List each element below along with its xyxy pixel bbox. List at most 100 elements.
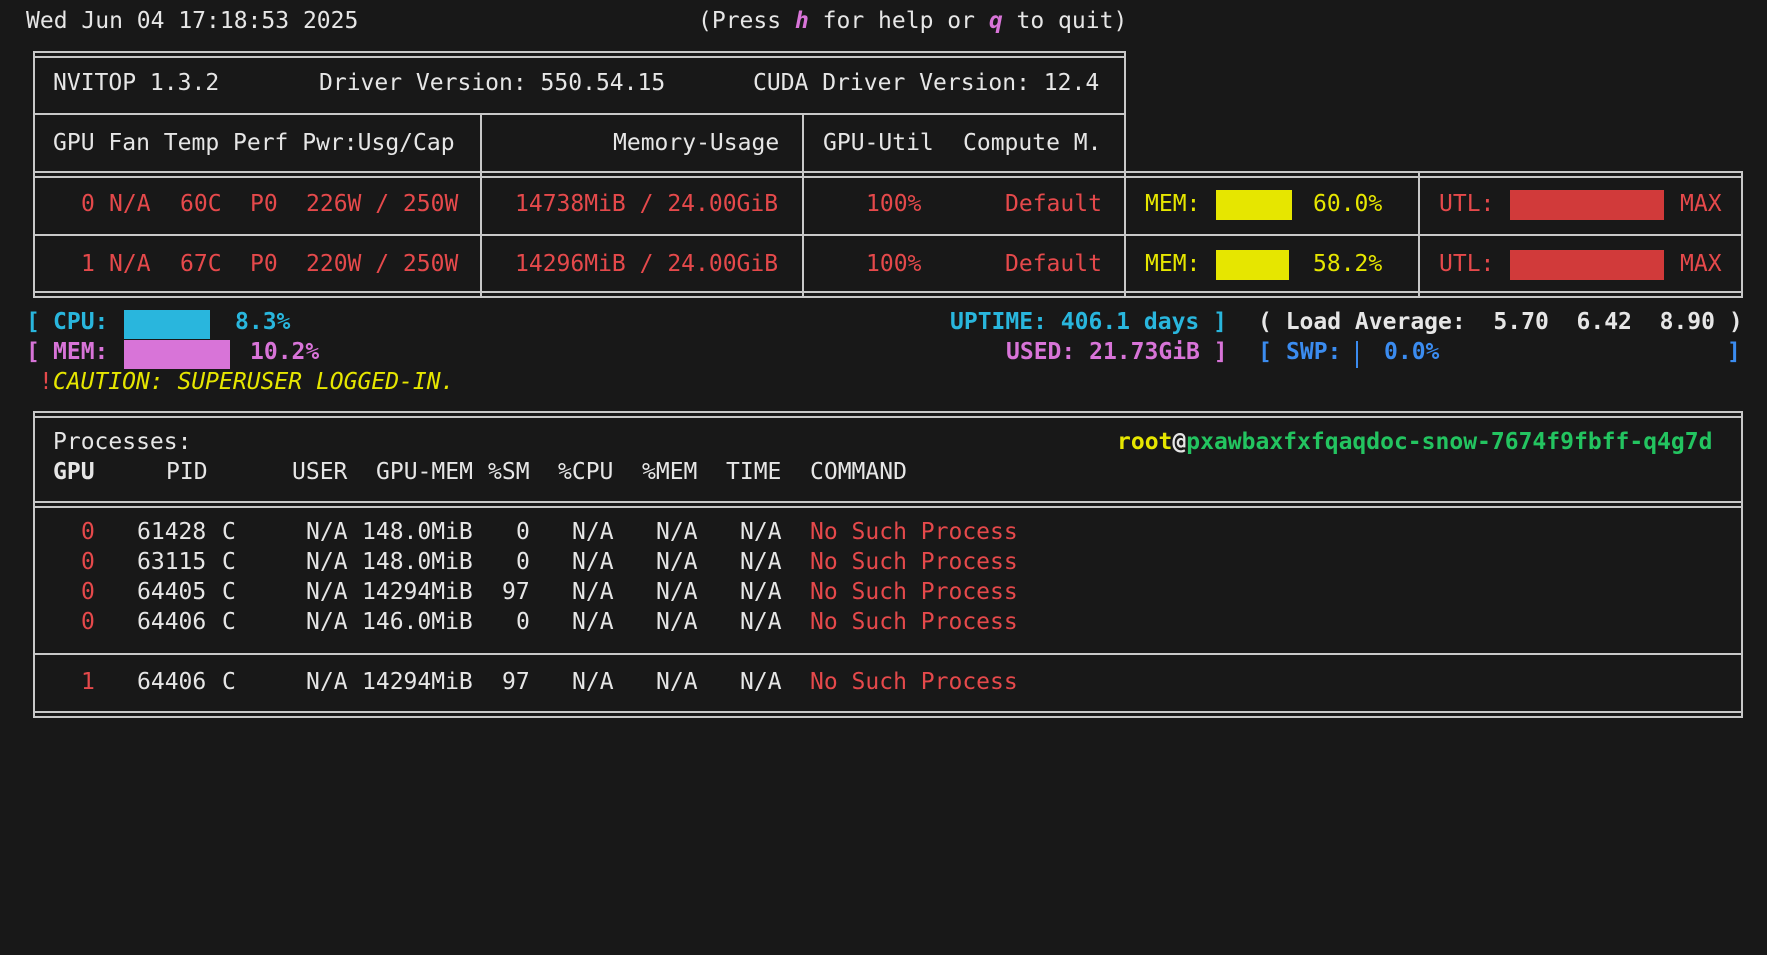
mem-bar-percent: 60.0% [1313,191,1383,217]
table-row[interactable]: 0 63115 C N/A 148.0MiB 0 N/A N/A N/A No … [0,549,1767,579]
proc-cpu: N/A [572,579,614,605]
caution-mark: ! [39,369,53,395]
proc-cpu: N/A [572,609,614,635]
table-row[interactable]: 0 61428 C N/A 148.0MiB 0 N/A N/A N/A No … [0,519,1767,549]
driver-version: Driver Version: 550.54.15 [319,70,666,96]
host-mem-percent: 10.2% [250,339,320,365]
proc-mem: N/A [656,669,698,695]
divider [1741,171,1743,298]
user-host: root@pxawbaxfxfqaqdoc-snow-7674f9fbff-q4… [1117,429,1712,455]
compute-header: Compute M. [963,130,1102,156]
host-mem-usage-bar [124,340,230,369]
proc-command: No Such Process [810,519,1018,545]
proc-pid: 63115 [137,549,207,575]
utl-bar-label: UTL: [1439,191,1495,217]
at-sign: @ [1172,429,1187,455]
divider [802,113,804,298]
proc-type: C [222,579,236,605]
divider [33,716,1743,718]
proc-cpu: N/A [572,549,614,575]
divider [33,501,1743,503]
proc-time: N/A [740,609,782,635]
table-row[interactable]: 0 64405 C N/A 14294MiB 97 N/A N/A N/A No… [0,579,1767,609]
divider [1418,171,1420,298]
load-label: ( Load Average: [1258,309,1466,335]
swap-percent: 0.0% [1384,339,1440,365]
col-cpu: %CPU [558,459,614,485]
proc-time: N/A [740,579,782,605]
divider [33,291,1743,293]
divider [33,56,1126,58]
load-close: ) [1728,309,1743,335]
proc-sm: 0 [516,549,530,575]
gpu-id: 1 [81,251,95,277]
cpu-bracket: [ [26,309,40,335]
gpu-fan: N/A [109,251,151,277]
util-header: GPU-Util [823,130,934,156]
nvitop-screen: { "header": { "datetime": "Wed Jun 04 17… [0,0,1767,733]
proc-pid: 61428 [137,519,207,545]
uptime: UPTIME: 406.1 days ] [950,309,1227,335]
divider [33,416,1743,418]
utl-bar-value: MAX [1680,191,1722,217]
proc-command: No Such Process [810,609,1018,635]
col-command: COMMAND [810,459,907,485]
swap-open: [ [1258,339,1272,365]
gpu-compute-mode: Default [1005,191,1102,217]
used-value: 21.73GiB [1089,339,1200,365]
proc-mem: N/A [656,519,698,545]
caution: !CAUTION: SUPERUSER LOGGED-IN. [39,369,454,395]
proc-gpu: 0 [81,609,95,635]
used-label: USED: [1006,339,1076,365]
proc-time: N/A [740,519,782,545]
load-1: 5.70 [1493,309,1549,335]
help-mid: for help or [808,8,989,34]
processes-title: Processes: [53,429,192,455]
divider [33,711,1743,713]
divider [33,176,1743,178]
divider [480,113,482,298]
process-user: root [1117,429,1173,455]
uptime-label: UPTIME: [950,309,1047,335]
proc-user: N/A [306,519,348,545]
divider [33,51,1126,53]
swap-bar-edge [1356,341,1358,368]
proc-gpu: 0 [81,549,95,575]
proc-user: N/A [306,609,348,635]
divider [33,411,1743,413]
mem-bar-percent: 58.2% [1313,251,1383,277]
proc-sm: 0 [516,609,530,635]
help-key[interactable]: h [795,8,809,34]
gpu-compute-mode: Default [1005,251,1102,277]
gpu-util: 100% [866,251,922,277]
mem-bracket: [ [26,339,40,365]
table-row[interactable]: 1 64406 C N/A 14294MiB 97 N/A N/A N/A No… [0,669,1767,699]
quit-key[interactable]: q [989,8,1003,34]
proc-mem: N/A [656,549,698,575]
proc-type: C [222,549,236,575]
gpu-util: 100% [866,191,922,217]
divider [1124,51,1126,298]
mem-usage-bar [1216,190,1292,220]
col-gpu-mem: GPU-MEM [376,459,473,485]
col-mem: %MEM [642,459,698,485]
cpu-label: CPU: [53,309,109,335]
load-average: ( Load Average: 5.70 6.42 8.90 ) [1258,309,1743,335]
mem-bar-label: MEM: [1145,251,1201,277]
proc-gpu: 0 [81,579,95,605]
gpu-memory: 14738MiB / 24.00GiB [515,191,779,217]
load-5: 6.42 [1576,309,1632,335]
proc-gpu: 0 [81,519,95,545]
cuda-version: CUDA Driver Version: 12.4 [753,70,1100,96]
proc-gpu-mem: 148.0MiB [362,549,473,575]
proc-user: N/A [306,669,348,695]
col-sm: %SM [488,459,530,485]
swap-close: ] [1727,339,1741,365]
table-row[interactable]: 0 64406 C N/A 146.0MiB 0 N/A N/A N/A No … [0,609,1767,639]
proc-command: No Such Process [810,549,1018,575]
caution-text: CAUTION: SUPERUSER LOGGED-IN. [52,369,455,395]
app-version: NVITOP 1.3.2 [53,70,220,96]
proc-sm: 0 [516,519,530,545]
proc-cpu: N/A [572,519,614,545]
proc-pid: 64405 [137,579,207,605]
